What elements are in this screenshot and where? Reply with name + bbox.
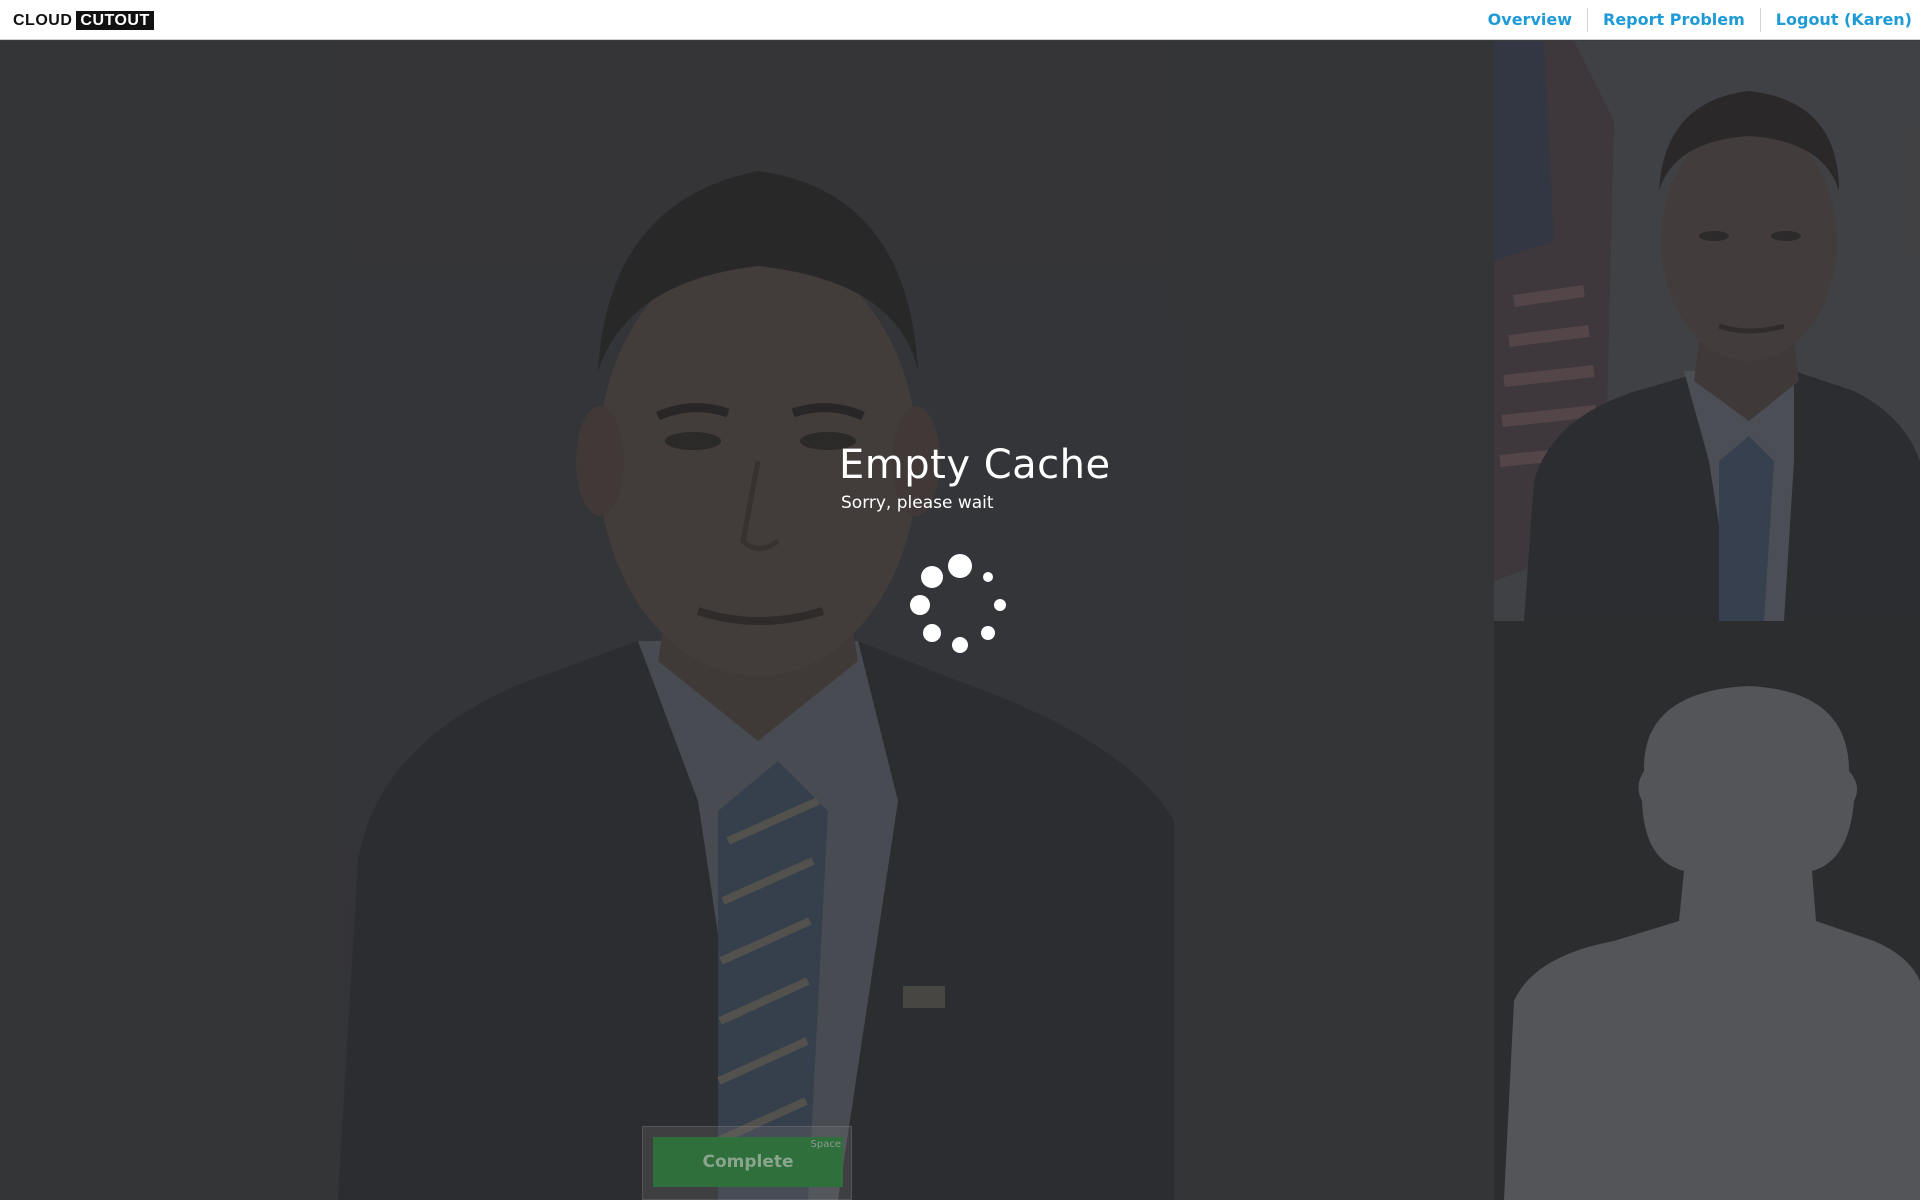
logo-cloud-text: CLOUD xyxy=(13,11,73,29)
nav-report-problem-link[interactable]: Report Problem xyxy=(1587,8,1760,32)
nav-logout-link[interactable]: Logout (Karen) xyxy=(1759,8,1920,32)
logo-cutout-text: CUTOUT xyxy=(76,11,154,30)
app-logo[interactable]: CLOUD CUTOUT xyxy=(13,11,154,30)
complete-panel: Complete Space xyxy=(642,1126,852,1200)
loading-spinner-icon xyxy=(910,554,1006,653)
top-nav: Overview Report Problem Logout (Karen) xyxy=(1473,0,1920,40)
top-bar: CLOUD CUTOUT Overview Report Problem Log… xyxy=(0,0,1920,40)
complete-shortcut-hint: Space xyxy=(810,1139,841,1150)
loading-subtitle: Sorry, please wait xyxy=(841,493,994,513)
nav-overview-link[interactable]: Overview xyxy=(1473,8,1587,32)
loading-title: Empty Cache xyxy=(839,442,1111,488)
